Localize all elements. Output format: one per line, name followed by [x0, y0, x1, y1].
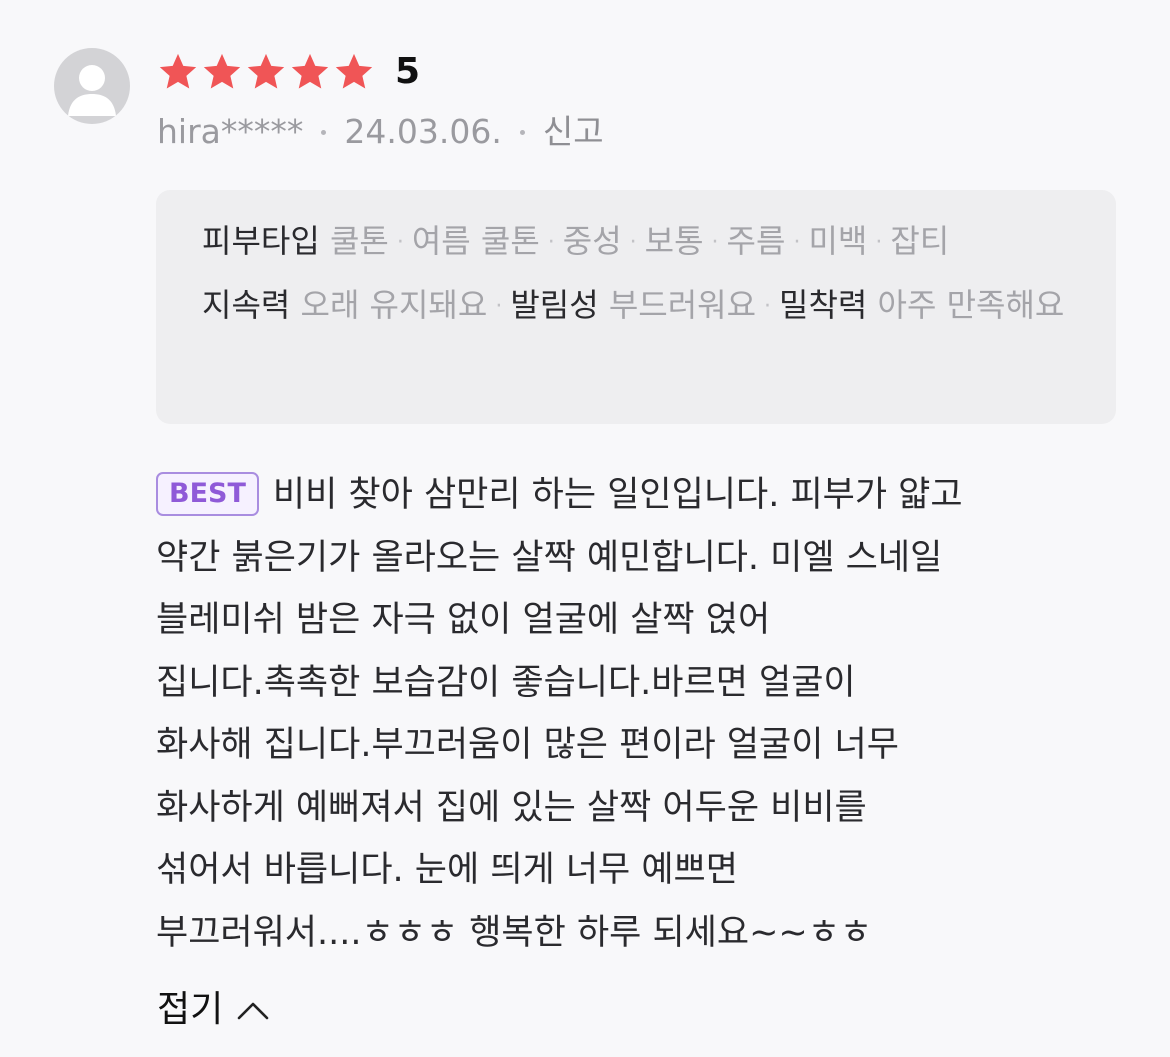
review-date: 24.03.06.	[344, 112, 502, 151]
avatar	[54, 48, 130, 124]
tags-paragraph: 피부타입 쿨톤 · 여름 쿨톤 · 중성 · 보통 · 주름 · 미백 · 잡티 지속력 오래 유지돼요…	[202, 210, 1071, 338]
review-line: 비비 찾아 삼만리 하는 일인입니다. 피부가 얇고	[272, 475, 963, 515]
separator-dot: ·	[629, 230, 637, 255]
skin-type-value: 중성	[562, 222, 622, 260]
rating-stars	[156, 52, 376, 92]
star-icon	[247, 53, 285, 89]
star-icon	[291, 53, 329, 89]
separator-dot	[519, 129, 525, 135]
attribute-label: 지속력	[202, 286, 291, 324]
star-icon	[335, 53, 373, 89]
separator-dot: ·	[793, 230, 801, 255]
skin-type-value: 보통	[644, 222, 704, 260]
star-icon	[203, 53, 241, 89]
attribute-value: 아주 만족해요	[877, 286, 1065, 324]
best-badge: BEST	[156, 472, 259, 516]
attribute-label: 발림성	[510, 286, 599, 324]
review-line: 블레미쉬 밤은 자극 없이 얼굴에 살짝 얹어	[156, 600, 771, 640]
skin-type-label: 피부타입	[202, 222, 320, 260]
attribute-value: 오래 유지돼요	[300, 286, 488, 324]
review-meta: hira***** 24.03.06. 신고	[157, 110, 604, 154]
collapse-label: 접기	[157, 989, 224, 1030]
skin-type-value: 미백	[808, 222, 868, 260]
attribute-value: 부드러워요	[608, 286, 757, 324]
reviewer-name: hira*****	[157, 112, 304, 151]
skin-type-value: 쿨톤	[329, 222, 389, 260]
rating-score: 5	[395, 51, 421, 92]
review-line: 섞어서 바릅니다. 눈에 띄게 너무 예쁘면	[156, 850, 738, 890]
separator-dot: ·	[495, 294, 503, 319]
skin-type-value: 잡티	[890, 222, 950, 260]
chevron-up-icon	[237, 1002, 269, 1020]
review-line: 부끄러워서....ㅎㅎㅎ 행복한 하루 되세요~~ㅎㅎ	[156, 912, 873, 953]
collapse-button[interactable]: 접기	[157, 986, 269, 1034]
separator-dot	[321, 129, 327, 135]
review-line: 집니다.촉촉한 보습감이 좋습니다.바르면 얼굴이	[156, 662, 856, 703]
review-body: BEST 비비 찾아 삼만리 하는 일인입니다. 피부가 얇고 약간 붉은기가 올…	[156, 464, 1116, 964]
review-line: 화사하게 예뻐져서 집에 있는 살짝 어두운 비비를	[156, 787, 867, 828]
report-link[interactable]: 신고	[543, 110, 604, 154]
attribute-label: 밀착력	[779, 286, 868, 324]
separator-dot: ·	[396, 230, 404, 255]
skin-type-value: 여름 쿨톤	[411, 222, 540, 260]
skin-type-value: 주름	[726, 222, 786, 260]
separator-dot: ·	[875, 230, 883, 255]
separator-dot: ·	[547, 230, 555, 255]
star-icon	[159, 53, 197, 89]
separator-dot: ·	[764, 294, 772, 319]
review-line: 화사해 집니다.부끄러움이 많은 편이라 얼굴이 너무	[156, 725, 899, 765]
review-tags-box: 피부타입 쿨톤 · 여름 쿨톤 · 중성 · 보통 · 주름 · 미백 · 잡티 지속력 오래 유지돼요…	[156, 190, 1116, 424]
review-line: 약간 붉은기가 올라오는 살짝 예민합니다. 미엘 스네일	[156, 537, 943, 578]
separator-dot: ·	[711, 230, 719, 255]
user-silhouette-icon	[68, 65, 116, 116]
